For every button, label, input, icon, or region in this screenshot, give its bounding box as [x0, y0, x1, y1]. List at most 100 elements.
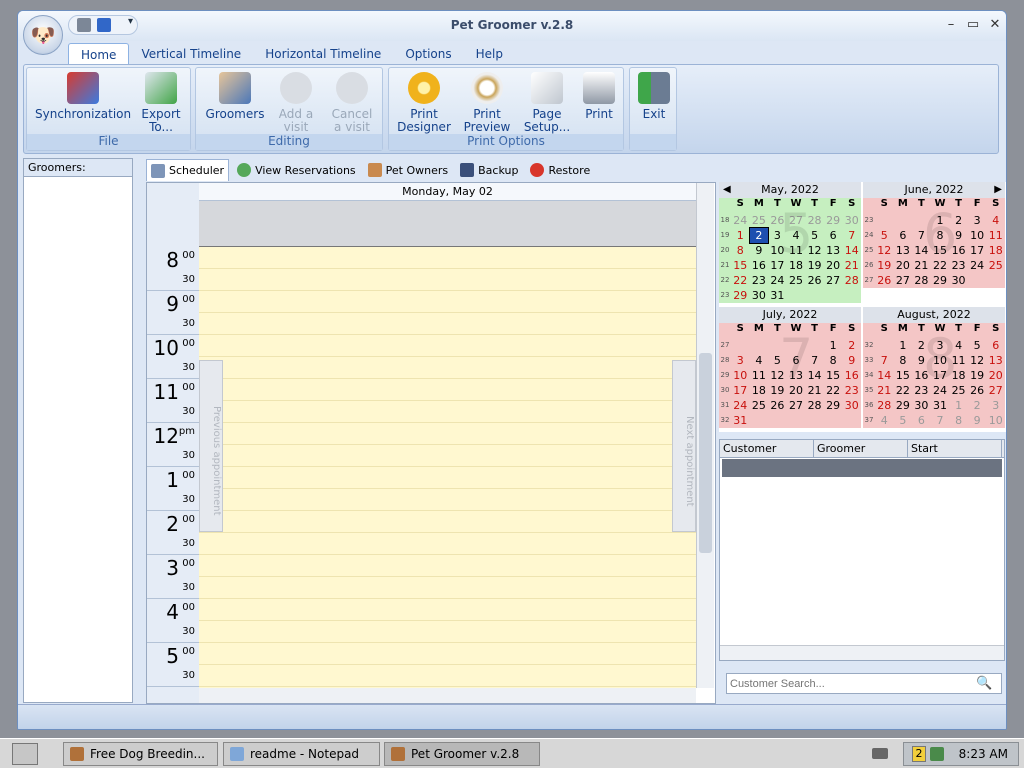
- calendar-day[interactable]: 6: [824, 228, 843, 243]
- calendar-day[interactable]: [731, 338, 750, 353]
- tab-restore[interactable]: Restore: [526, 159, 594, 181]
- calendar-day[interactable]: 31: [768, 288, 787, 303]
- calendar-day[interactable]: 5: [894, 413, 913, 428]
- calendar-day[interactable]: 26: [875, 273, 894, 288]
- calendar-day[interactable]: 10: [731, 368, 750, 383]
- calendar-day[interactable]: 19: [875, 258, 894, 273]
- calendar-day[interactable]: 25: [787, 273, 806, 288]
- calendar-day[interactable]: 10: [968, 228, 987, 243]
- next-month-icon[interactable]: ▶: [994, 184, 1002, 195]
- time-slot[interactable]: [199, 247, 696, 269]
- time-slot[interactable]: [199, 269, 696, 291]
- calendar-day[interactable]: 24: [731, 213, 750, 228]
- time-slot[interactable]: [199, 533, 696, 555]
- app-menu-button[interactable]: 🐶: [23, 15, 63, 55]
- calendar-day[interactable]: 17: [731, 383, 750, 398]
- calendar-day[interactable]: 6: [986, 338, 1005, 353]
- calendar-day[interactable]: 18: [986, 243, 1005, 258]
- export-button[interactable]: Export To...: [135, 72, 187, 134]
- calendar-day[interactable]: [894, 213, 913, 228]
- calendar-day[interactable]: 29: [824, 398, 843, 413]
- calendar-day[interactable]: 24: [968, 258, 987, 273]
- calendar-day[interactable]: 5: [875, 228, 894, 243]
- print-preview-button[interactable]: Print Preview: [457, 72, 517, 134]
- calendar-day[interactable]: 29: [931, 273, 950, 288]
- calendar-day[interactable]: 30: [750, 288, 769, 303]
- add-visit-button[interactable]: Add a visit: [270, 72, 322, 134]
- calendar-day[interactable]: 4: [750, 353, 769, 368]
- calendar-day[interactable]: 20: [824, 258, 843, 273]
- keyboard-icon[interactable]: [872, 748, 888, 759]
- calendar-day[interactable]: 27: [824, 273, 843, 288]
- time-slot[interactable]: [199, 467, 696, 489]
- calendar-day[interactable]: 3: [986, 398, 1005, 413]
- tab-view-reservations[interactable]: View Reservations: [233, 159, 360, 181]
- taskbar-item-pet-groomer[interactable]: Pet Groomer v.2.8: [384, 742, 540, 766]
- calendar-day[interactable]: 6: [912, 413, 931, 428]
- minimize-button[interactable]: –: [942, 17, 960, 32]
- time-slot[interactable]: [199, 313, 696, 335]
- calendar-day[interactable]: 30: [949, 273, 968, 288]
- time-slot[interactable]: [199, 665, 696, 687]
- calendar-day[interactable]: 30: [842, 213, 861, 228]
- calendar-day[interactable]: 27: [894, 273, 913, 288]
- calendar-day[interactable]: 7: [931, 413, 950, 428]
- exit-button[interactable]: Exit: [634, 72, 674, 121]
- calendar-day[interactable]: 22: [731, 273, 750, 288]
- calendar-day[interactable]: 29: [824, 213, 843, 228]
- calendar-day[interactable]: 12: [968, 353, 987, 368]
- calendar-day[interactable]: [768, 413, 787, 428]
- calendar-day[interactable]: 15: [894, 368, 913, 383]
- calendar-day[interactable]: [750, 413, 769, 428]
- column-groomer[interactable]: Groomer: [814, 440, 908, 457]
- calendar-day[interactable]: [750, 338, 769, 353]
- time-slot[interactable]: [199, 511, 696, 533]
- time-slot[interactable]: [199, 555, 696, 577]
- calendar-day[interactable]: 9: [968, 413, 987, 428]
- time-slot[interactable]: [199, 489, 696, 511]
- taskbar-item-dog-breeding[interactable]: Free Dog Breedin...: [63, 742, 218, 766]
- calendar-day[interactable]: [787, 288, 806, 303]
- tab-help[interactable]: Help: [464, 43, 515, 65]
- calendar-day[interactable]: 11: [750, 368, 769, 383]
- time-slot[interactable]: [199, 291, 696, 313]
- calendar-day[interactable]: 1: [949, 398, 968, 413]
- tab-vertical-timeline[interactable]: Vertical Timeline: [129, 43, 253, 65]
- calendar-day[interactable]: 26: [805, 273, 824, 288]
- calendar-day[interactable]: [805, 288, 824, 303]
- vertical-scrollbar[interactable]: [696, 183, 714, 688]
- calendar-day[interactable]: [842, 288, 861, 303]
- tab-scheduler[interactable]: Scheduler: [146, 159, 230, 181]
- calendar-day[interactable]: 13: [986, 353, 1005, 368]
- calendar-day[interactable]: [968, 273, 987, 288]
- time-slot[interactable]: [199, 577, 696, 599]
- calendar-day[interactable]: 1: [894, 338, 913, 353]
- calendar-day[interactable]: 24: [768, 273, 787, 288]
- calendar-day[interactable]: 16: [842, 368, 861, 383]
- calendar-day[interactable]: 21: [842, 258, 861, 273]
- calendar-day[interactable]: 8: [731, 243, 750, 258]
- column-customer[interactable]: Customer: [720, 440, 814, 457]
- calendar-day[interactable]: 13: [894, 243, 913, 258]
- time-slot[interactable]: [199, 445, 696, 467]
- start-button[interactable]: [12, 743, 38, 765]
- calendar-day[interactable]: 4: [986, 213, 1005, 228]
- horizontal-scrollbar[interactable]: [199, 688, 696, 703]
- time-slot[interactable]: [199, 423, 696, 445]
- maximize-button[interactable]: ▭: [964, 17, 982, 32]
- calendar-day[interactable]: 21: [875, 383, 894, 398]
- grid-horizontal-scrollbar[interactable]: [720, 645, 1004, 660]
- calendar-day[interactable]: 19: [968, 368, 987, 383]
- time-slot[interactable]: [199, 401, 696, 423]
- column-start[interactable]: Start: [908, 440, 1002, 457]
- calendar-day[interactable]: 28: [912, 273, 931, 288]
- calendar-day[interactable]: 26: [968, 383, 987, 398]
- calendar-day[interactable]: 6: [894, 228, 913, 243]
- calendar-day[interactable]: [805, 413, 824, 428]
- calendar-day[interactable]: 3: [968, 213, 987, 228]
- calendar-day[interactable]: 1: [731, 228, 750, 243]
- month-title[interactable]: May, 2022: [719, 182, 861, 198]
- tab-pet-owners[interactable]: Pet Owners: [364, 159, 452, 181]
- calendar-day[interactable]: 7: [875, 353, 894, 368]
- tab-horizontal-timeline[interactable]: Horizontal Timeline: [253, 43, 393, 65]
